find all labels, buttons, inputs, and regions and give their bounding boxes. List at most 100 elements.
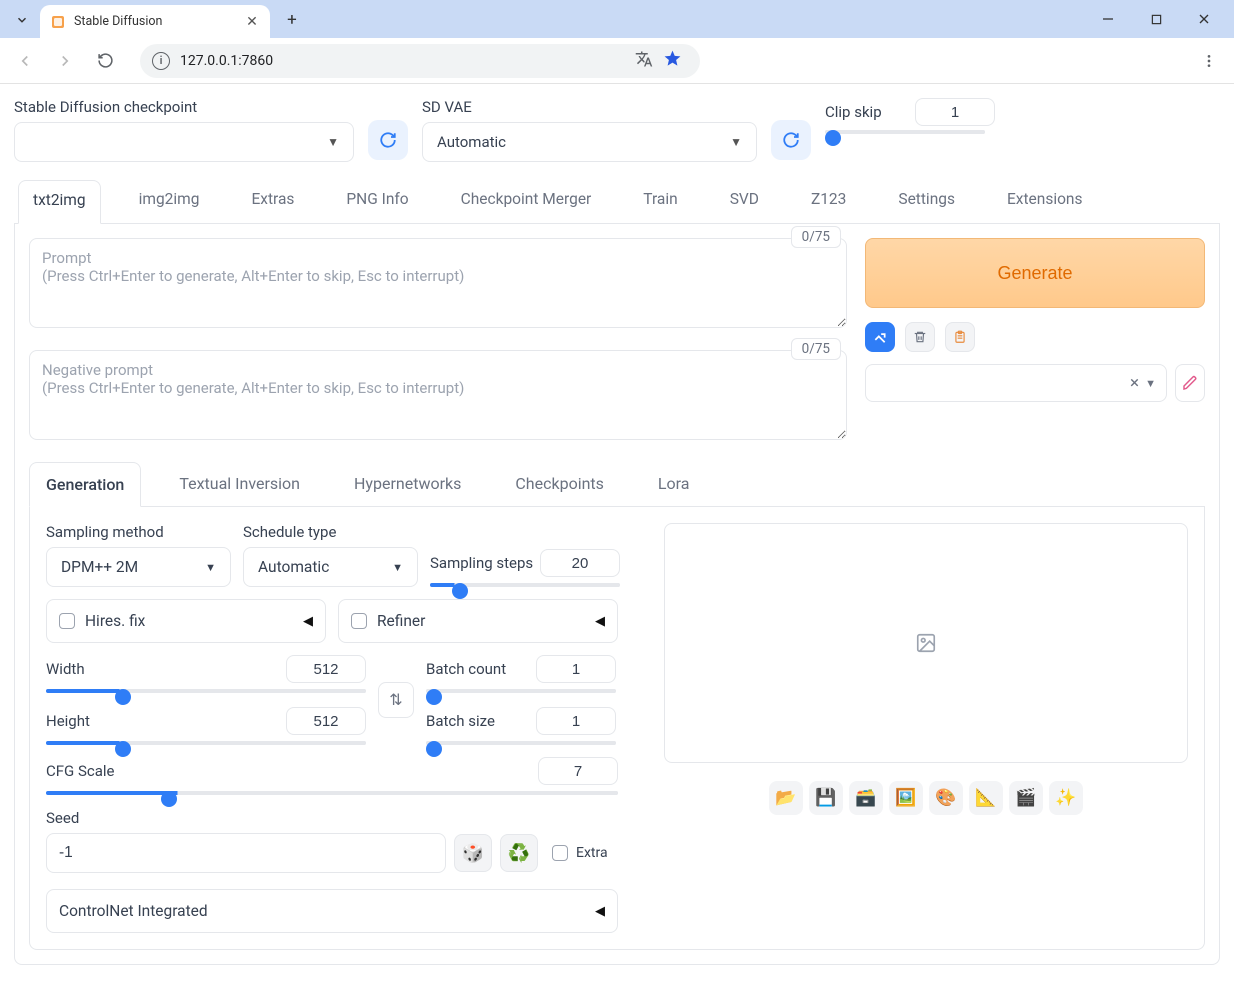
- schedule-type-select[interactable]: Automatic ▼: [243, 547, 418, 587]
- refresh-vae-button[interactable]: [771, 120, 811, 160]
- browser-tab[interactable]: Stable Diffusion ✕: [40, 5, 270, 38]
- chevron-down-icon: ▼: [730, 135, 742, 149]
- tab-extras[interactable]: Extras: [237, 180, 308, 223]
- subtab-textual-inversion[interactable]: Textual Inversion: [163, 462, 316, 506]
- sampling-steps-number[interactable]: [540, 549, 620, 577]
- tab-z123[interactable]: Z123: [797, 180, 860, 223]
- schedule-type-value: Automatic: [258, 558, 329, 576]
- batch-size-number[interactable]: [536, 707, 616, 735]
- sampling-steps-slider[interactable]: [430, 583, 620, 587]
- tab-checkpoint-merger[interactable]: Checkpoint Merger: [447, 180, 606, 223]
- window-minimize[interactable]: [1086, 4, 1130, 34]
- browser-titlebar: Stable Diffusion ✕ +: [0, 0, 1234, 38]
- save-button[interactable]: 💾: [809, 781, 843, 815]
- window-close[interactable]: [1182, 4, 1226, 34]
- subtab-checkpoints[interactable]: Checkpoints: [499, 462, 620, 506]
- window-maximize[interactable]: [1134, 4, 1178, 34]
- arrow-tool-button[interactable]: [865, 322, 895, 352]
- height-label: Height: [46, 712, 90, 730]
- batch-count-slider[interactable]: [426, 689, 616, 693]
- open-folder-button[interactable]: 📂: [769, 781, 803, 815]
- hires-fix-section[interactable]: Hires. fix ◀: [46, 599, 326, 643]
- tab-train[interactable]: Train: [629, 180, 691, 223]
- nav-back[interactable]: [8, 44, 42, 78]
- width-number[interactable]: [286, 655, 366, 683]
- send-extras-button[interactable]: 📐: [969, 781, 1003, 815]
- sampling-method-select[interactable]: DPM++ 2M ▼: [46, 547, 231, 587]
- styles-clear[interactable]: ×: [1130, 373, 1139, 393]
- checkpoint-select[interactable]: ▼: [14, 122, 354, 162]
- collapse-arrow-icon: ◀: [595, 614, 605, 629]
- refiner-checkbox[interactable]: [351, 613, 367, 629]
- width-slider[interactable]: [46, 689, 366, 693]
- chevron-down-icon: ▼: [327, 135, 339, 149]
- cfg-scale-number[interactable]: [538, 757, 618, 785]
- url-text: 127.0.0.1:7860: [180, 53, 273, 69]
- clip-skip-slider[interactable]: [825, 130, 985, 134]
- chevron-down-icon: ▼: [392, 561, 403, 574]
- vae-label: SD VAE: [422, 98, 757, 116]
- tab-extensions[interactable]: Extensions: [993, 180, 1097, 223]
- sampling-method-label: Sampling method: [46, 523, 231, 541]
- cfg-scale-slider[interactable]: [46, 791, 618, 795]
- nav-forward[interactable]: [48, 44, 82, 78]
- site-info-icon[interactable]: i: [152, 52, 170, 70]
- main-tab-bar: txt2img img2img Extras PNG Info Checkpoi…: [14, 180, 1220, 224]
- translate-icon[interactable]: [635, 50, 653, 72]
- preview-toolbar: 📂 💾 🗃️ 🖼️ 🎨 📐 🎬 ✨: [664, 781, 1188, 815]
- bookmark-star-icon[interactable]: [663, 49, 682, 72]
- browser-menu[interactable]: [1192, 44, 1226, 78]
- generate-button[interactable]: Generate: [865, 238, 1205, 308]
- window-controls: [1086, 0, 1226, 38]
- subtab-hypernetworks[interactable]: Hypernetworks: [338, 462, 477, 506]
- refiner-section[interactable]: Refiner ◀: [338, 599, 618, 643]
- nav-reload[interactable]: [88, 44, 122, 78]
- random-seed-button[interactable]: 🎲: [454, 834, 492, 872]
- clear-prompt-button[interactable]: [905, 322, 935, 352]
- batch-count-number[interactable]: [536, 655, 616, 683]
- tab-search-button[interactable]: [8, 6, 36, 34]
- tab-img2img[interactable]: img2img: [125, 180, 214, 223]
- height-slider[interactable]: [46, 741, 366, 745]
- negative-prompt-textarea[interactable]: [29, 350, 847, 440]
- seed-input[interactable]: [46, 833, 446, 873]
- vae-select[interactable]: Automatic ▼: [422, 122, 757, 162]
- tab-title: Stable Diffusion: [74, 14, 236, 29]
- clip-skip-number[interactable]: [915, 98, 995, 126]
- tab-svd[interactable]: SVD: [716, 180, 773, 223]
- refresh-checkpoint-button[interactable]: [368, 120, 408, 160]
- reuse-seed-button[interactable]: ♻️: [500, 834, 538, 872]
- neg-prompt-token-counter: 0/75: [791, 338, 841, 360]
- edit-styles-button[interactable]: [1175, 364, 1205, 402]
- width-label: Width: [46, 660, 85, 678]
- controlnet-section[interactable]: ControlNet Integrated ◀: [46, 889, 618, 933]
- subtab-lora[interactable]: Lora: [642, 462, 706, 506]
- cfg-scale-label: CFG Scale: [46, 762, 115, 780]
- prompt-textarea[interactable]: [29, 238, 847, 328]
- tab-favicon: [50, 14, 66, 30]
- new-tab-button[interactable]: +: [278, 6, 306, 34]
- neg-prompt-wrap: 0/75: [29, 350, 847, 444]
- url-input[interactable]: i 127.0.0.1:7860: [140, 44, 700, 78]
- tab-close-button[interactable]: ✕: [244, 14, 260, 30]
- send-img2img-button[interactable]: 🖼️: [889, 781, 923, 815]
- send-inpaint-button[interactable]: 🎨: [929, 781, 963, 815]
- hires-fix-checkbox[interactable]: [59, 613, 75, 629]
- tab-pnginfo[interactable]: PNG Info: [332, 180, 422, 223]
- browser-toolbar: i 127.0.0.1:7860: [0, 38, 1234, 84]
- sub-tab-bar: Generation Textual Inversion Hypernetwor…: [29, 462, 1205, 507]
- paste-button[interactable]: [945, 322, 975, 352]
- tab-settings[interactable]: Settings: [884, 180, 969, 223]
- send-svd-button[interactable]: 🎬: [1009, 781, 1043, 815]
- chevron-down-icon: ▼: [1145, 377, 1156, 390]
- prompt-token-counter: 0/75: [791, 226, 841, 248]
- tab-txt2img[interactable]: txt2img: [18, 180, 101, 224]
- chevron-down-icon: ▼: [205, 561, 216, 574]
- swap-dimensions-button[interactable]: ⇅: [378, 682, 414, 718]
- subtab-generation[interactable]: Generation: [29, 462, 141, 507]
- batch-size-slider[interactable]: [426, 741, 616, 745]
- styles-select[interactable]: × ▼: [865, 364, 1167, 402]
- upscale-button[interactable]: ✨: [1049, 781, 1083, 815]
- height-number[interactable]: [286, 707, 366, 735]
- save-zip-button[interactable]: 🗃️: [849, 781, 883, 815]
